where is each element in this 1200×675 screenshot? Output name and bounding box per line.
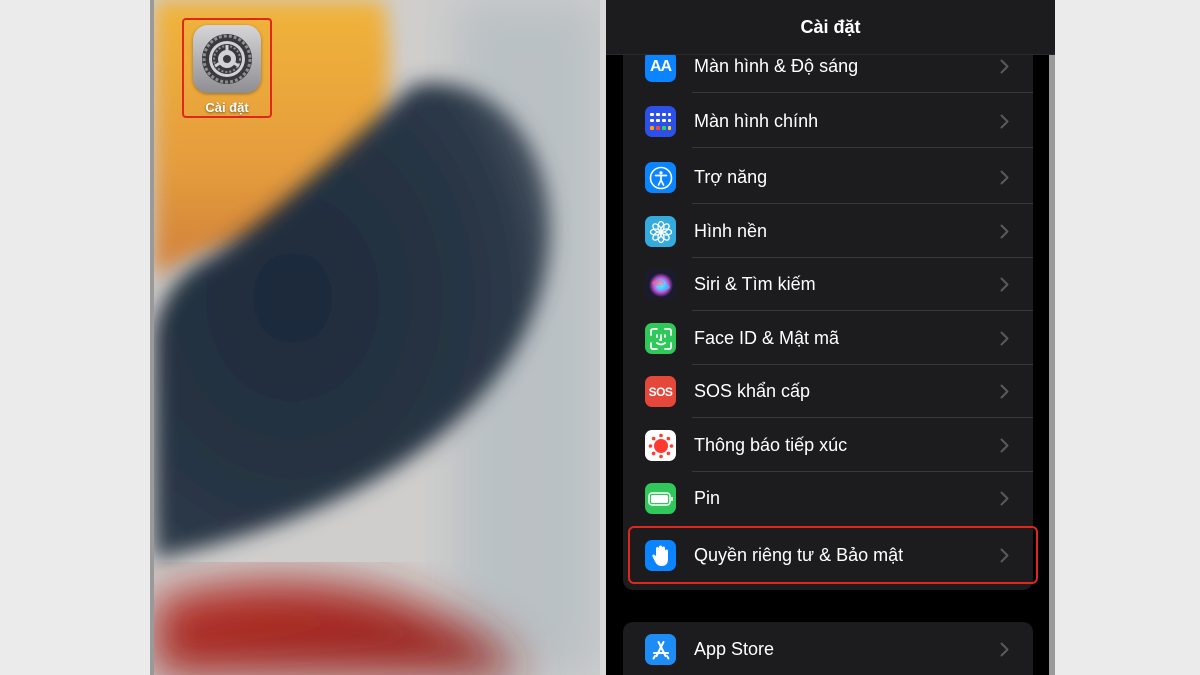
settings-row-label: Pin <box>694 488 721 508</box>
settings-app-highlight[interactable]: Cài đặt <box>182 18 272 118</box>
frame-edge <box>1049 0 1055 675</box>
chevron-right-icon <box>995 169 1013 187</box>
wallpaper-flower-icon <box>645 216 676 247</box>
navigation-bar: Cài đặt <box>606 0 1055 55</box>
face-id-icon <box>645 323 676 354</box>
accessibility-icon <box>645 162 676 193</box>
chevron-right-icon <box>995 58 1013 76</box>
chevron-right-icon <box>995 113 1013 131</box>
row-separator <box>692 92 1033 93</box>
chevron-right-icon <box>995 276 1013 294</box>
settings-row-app-store[interactable]: App Store <box>623 623 1033 675</box>
chevron-right-icon <box>995 223 1013 241</box>
settings-app-label: Cài đặt <box>205 100 249 115</box>
settings-row-label: Màn hình chính <box>694 111 819 131</box>
settings-row-emergency-sos[interactable]: SOS SOS khẩn cấp <box>623 365 1033 418</box>
settings-row-label: Thông báo tiếp xúc <box>694 435 848 455</box>
settings-gear-icon[interactable] <box>193 25 261 93</box>
home-screen-grid-icon <box>645 106 676 137</box>
sos-icon: SOS <box>645 376 676 407</box>
settings-group-main: AA Màn hình & Độ sáng Màn hình chính Trợ… <box>623 20 1033 590</box>
home-screen: Cài đặt <box>150 0 600 675</box>
settings-row-label: Màn hình & Độ sáng <box>694 56 859 76</box>
siri-icon <box>645 269 676 300</box>
settings-row-label: Face ID & Mật mã <box>694 328 840 348</box>
row-separator <box>692 147 1033 148</box>
settings-row-siri-search[interactable]: Siri & Tìm kiếm <box>623 258 1033 311</box>
chevron-right-icon <box>995 490 1013 508</box>
row-separator <box>692 310 1033 311</box>
exposure-notification-icon <box>645 430 676 461</box>
settings-row-home-screen[interactable]: Màn hình chính <box>623 95 1033 148</box>
text-size-icon: AA <box>645 51 676 82</box>
row-separator <box>692 417 1033 418</box>
settings-row-exposure-notifications[interactable]: Thông báo tiếp xúc <box>623 419 1033 472</box>
settings-row-accessibility[interactable]: Trợ năng <box>623 151 1033 204</box>
settings-group-store: App Store <box>623 622 1033 675</box>
settings-row-face-id-passcode[interactable]: Face ID & Mật mã <box>623 312 1033 365</box>
settings-row-wallpaper[interactable]: Hình nền <box>623 205 1033 258</box>
chevron-right-icon <box>995 547 1013 565</box>
settings-row-label: Quyền riêng tư & Bảo mật <box>694 545 904 565</box>
settings-screen: Cài đặt AA Màn hình & Độ sáng Màn hình c… <box>600 0 1055 675</box>
chevron-right-icon <box>995 330 1013 348</box>
page-title: Cài đặt <box>800 16 861 37</box>
settings-row-label: SOS khẩn cấp <box>694 381 811 401</box>
settings-row-label: Hình nền <box>694 221 768 241</box>
settings-row-battery[interactable]: Pin <box>623 472 1033 525</box>
settings-row-label: Siri & Tìm kiếm <box>694 274 816 294</box>
chevron-right-icon <box>995 437 1013 455</box>
settings-row-label: Trợ năng <box>694 167 768 187</box>
settings-row-label: App Store <box>694 639 775 659</box>
privacy-hand-icon <box>645 540 676 571</box>
settings-row-privacy-security[interactable]: Quyền riêng tư & Bảo mật <box>623 529 1033 582</box>
battery-icon <box>645 483 676 514</box>
chevron-right-icon <box>995 641 1013 659</box>
row-separator <box>692 203 1033 204</box>
chevron-right-icon <box>995 383 1013 401</box>
app-store-icon <box>645 634 676 665</box>
